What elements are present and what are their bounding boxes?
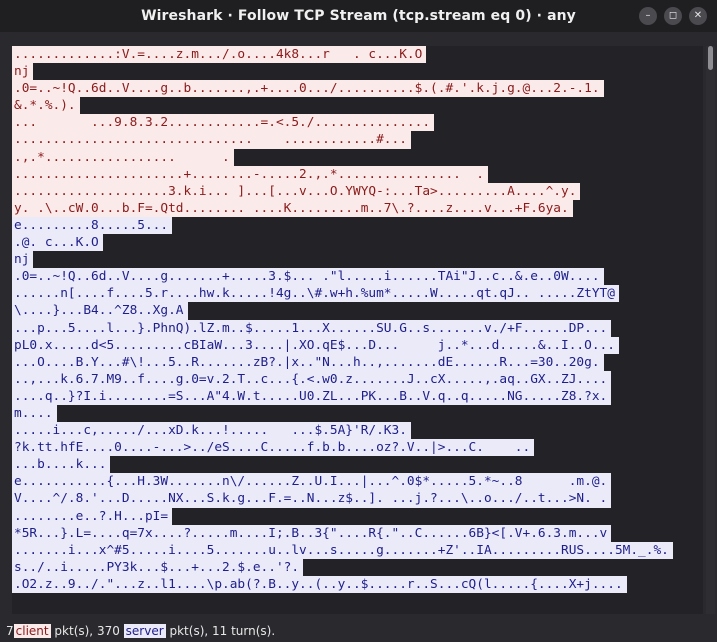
stream-line-text: e...........{...H.3W.......n\/......Z..U… <box>12 473 612 491</box>
client-stream-line: .,.*................. . <box>12 148 697 166</box>
server-stream-line: .......i...x^#5.....i....5.......u..lv..… <box>12 541 697 559</box>
stream-line-text: .O2.z..9../."...z..l1....\p.ab(?.B..y..(… <box>12 575 627 593</box>
minimize-button[interactable]: – <box>639 7 657 25</box>
server-stream-line: pL0.x.....d<5.........cBIaW...3....|.XO.… <box>12 336 697 354</box>
stream-line-text: nj <box>12 63 34 81</box>
server-stream-line: ...p...5....l...}.PhnQ).lZ.m..$.....1...… <box>12 319 697 337</box>
status-tail-text: pkt(s), 11 turn(s). <box>165 624 276 638</box>
client-stream-line: ....................3.k.i... ]...[...v..… <box>12 182 697 200</box>
client-stream-line: ... ...9.8.3.2............=.<.5./.......… <box>12 114 697 132</box>
stream-line-text: ...b....k... <box>12 456 111 474</box>
stream-line-text: ........e..?.H...pI= <box>12 507 173 525</box>
stream-line-text: .,.*................. . <box>12 148 234 166</box>
server-stream-line: .....i...c,...../...xD.k...!..... ...$.5… <box>12 422 697 440</box>
close-button[interactable]: ✕ <box>689 7 707 25</box>
stream-line-text: ......................+........-.....2.,… <box>12 165 488 183</box>
window-title: Wireshark · Follow TCP Stream (tcp.strea… <box>141 8 576 24</box>
stream-line-text: *5R...}.L=....q=7x....?.....m....I;.B..3… <box>12 524 612 542</box>
stream-line-text: nj <box>12 251 34 269</box>
stream-line-text: m.... <box>12 404 57 423</box>
stream-line-text: \....}...B4..^Z8..Xg.A <box>12 302 188 320</box>
server-stream-line: *5R...}.L=....q=7x....?.....m....I;.B..3… <box>12 524 697 542</box>
stream-line-text: s../..i.....PY3k...$...+...2.$.e..'?. <box>12 558 304 576</box>
stream-line-text: ............................... ........… <box>12 131 411 149</box>
server-stream-line: s../..i.....PY3k...$...+...2.$.e..'?. <box>12 558 697 576</box>
client-packet-count: 7 <box>6 624 14 638</box>
stream-line-text: .0=..~!Q..6d..V....g..b.......,.+....0..… <box>12 80 604 98</box>
stream-line-text: .@. c...K.O <box>12 234 103 252</box>
server-stream-line: ...b....k... <box>12 456 697 474</box>
stream-line-text: ....q..}?I.i........=S...A"4.W.t.....U0.… <box>12 387 612 405</box>
client-stream-line: y. .\..cW.0...b.F=.Qtd........ ....K....… <box>12 199 697 217</box>
stream-line-text: ...O....B.Y...#\!...5..R.......zB?.|x.."… <box>12 353 604 371</box>
server-stream-line: e...........{...H.3W.......n\/......Z..U… <box>12 473 697 491</box>
stream-line-text: ...p...5....l...}.PhnQ).lZ.m..$.....1...… <box>12 319 612 337</box>
client-stream-line: ............................... ........… <box>12 131 697 149</box>
stream-line-text: e.........8.....5... <box>12 216 173 235</box>
stream-line-text: ....................3.k.i... ]...[...v..… <box>12 182 581 200</box>
stream-line-text: .......i...x^#5.....i....5.......u..lv..… <box>12 541 673 559</box>
title-bar: Wireshark · Follow TCP Stream (tcp.strea… <box>0 0 717 32</box>
vertical-scrollbar[interactable] <box>706 46 715 614</box>
server-stream-line: .0=..~!Q..6d..V....g.......+.....3.$... … <box>12 268 697 286</box>
server-stream-line: .O2.z..9../."...z..l1....\p.ab(?.B..y..(… <box>12 575 697 593</box>
stream-lines: .............:V.=....z.m.../.o....4k8...… <box>12 46 697 593</box>
stream-content-view[interactable]: .............:V.=....z.m.../.o....4k8...… <box>12 46 703 614</box>
server-stream-line: ..,...k.6.7.M9..f....g.0=v.2.T..c...{.<.… <box>12 370 697 388</box>
server-stream-line: \....}...B4..^Z8..Xg.A <box>12 302 697 320</box>
stream-line-text: ?k.tt.hfE....0....-...>../eS....C.....f.… <box>12 439 535 457</box>
stream-line-text: .....i...c,...../...xD.k...!..... ...$.5… <box>12 422 411 440</box>
stream-line-text: V....^/.8.'...D.....NX...S.k.g...F.=..N.… <box>12 490 612 508</box>
scrollbar-thumb[interactable] <box>708 46 713 70</box>
server-stream-line: ....q..}?I.i........=S...A"4.W.t.....U0.… <box>12 387 697 405</box>
client-stream-line: &.*.%.). <box>12 97 697 115</box>
stream-line-text: ..,...k.6.7.M9..f....g.0=v.2.T..c...{.<.… <box>12 370 612 388</box>
server-stream-line: nj <box>12 251 697 269</box>
stream-line-text: ......n[....f....5.r....hw.k.....!4g..\#… <box>12 285 619 303</box>
client-stream-line: .0=..~!Q..6d..V....g..b.......,.+....0..… <box>12 80 697 98</box>
stream-line-text: .0=..~!Q..6d..V....g.......+.....3.$... … <box>12 268 604 286</box>
client-stream-line: ......................+........-.....2.,… <box>12 165 697 183</box>
status-middle-text: pkt(s), 370 <box>50 624 124 638</box>
server-stream-line: m.... <box>12 404 697 423</box>
server-label: server <box>123 624 166 638</box>
server-stream-line: ...O....B.Y...#\!...5..R.......zB?.|x.."… <box>12 353 697 371</box>
server-stream-line: e.........8.....5... <box>12 216 697 235</box>
client-stream-line: nj <box>12 63 697 81</box>
status-bar: 7 client pkt(s), 370 server pkt(s), 11 tu… <box>0 620 717 642</box>
window-controls: – ◻ ✕ <box>639 7 707 25</box>
stream-line-text: pL0.x.....d<5.........cBIaW...3....|.XO.… <box>12 336 619 354</box>
stream-line-text: y. .\..cW.0...b.F=.Qtd........ ....K....… <box>12 199 573 217</box>
maximize-button[interactable]: ◻ <box>664 7 682 25</box>
stream-line-text: ... ...9.8.3.2............=.<.5./.......… <box>12 114 435 132</box>
client-stream-line: .............:V.=....z.m.../.o....4k8...… <box>12 46 697 64</box>
server-stream-line: ........e..?.H...pI= <box>12 507 697 525</box>
server-stream-line: .@. c...K.O <box>12 234 697 252</box>
server-stream-line: ......n[....f....5.r....hw.k.....!4g..\#… <box>12 285 697 303</box>
server-stream-line: V....^/.8.'...D.....NX...S.k.g...F.=..N.… <box>12 490 697 508</box>
stream-line-text: &.*.%.). <box>12 97 80 115</box>
client-label: client <box>13 624 51 638</box>
server-stream-line: ?k.tt.hfE....0....-...>../eS....C.....f.… <box>12 439 697 457</box>
stream-line-text: .............:V.=....z.m.../.o....4k8...… <box>12 46 427 64</box>
